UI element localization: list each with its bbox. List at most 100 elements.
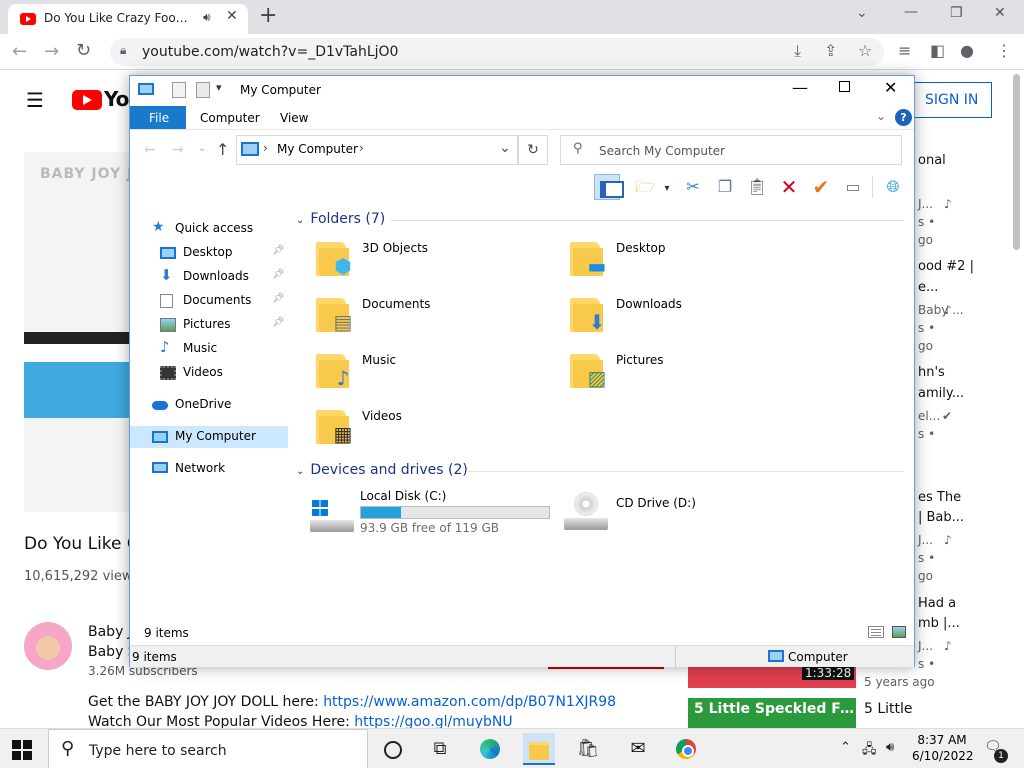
related-video-text[interactable]: go [918, 569, 933, 583]
chevron-up-icon[interactable]: ⌃ [840, 740, 851, 755]
chevron-down-icon[interactable]: ⌄ [856, 5, 868, 21]
related-video-text[interactable]: go [918, 339, 933, 353]
recent-locations-chevron-icon[interactable]: ⌄ [198, 143, 206, 154]
back-arrow-icon[interactable]: ← [144, 142, 156, 158]
rename-icon[interactable]: ▭ [840, 174, 866, 200]
channel-name[interactable]: Baby J [88, 624, 132, 640]
folder-name[interactable]: 3D Objects [362, 241, 428, 255]
cortana-icon[interactable] [376, 733, 408, 765]
nav-videos[interactable]: Videos [130, 362, 288, 384]
clock-time[interactable]: 8:37 AM [912, 733, 972, 747]
related-video-text[interactable]: go [918, 233, 933, 247]
search-input[interactable] [599, 142, 889, 160]
network-icon[interactable]: 🖧︎ [862, 740, 877, 762]
delete-x-icon[interactable]: ✕ [776, 174, 802, 200]
related-video-text[interactable]: onal [918, 153, 946, 168]
bookmark-star-icon[interactable]: ☆ [858, 41, 872, 60]
related-video-text[interactable]: J... [918, 197, 933, 211]
sign-in-button[interactable]: SIGN IN [910, 82, 992, 118]
tab-computer[interactable]: Computer [200, 111, 260, 125]
scissors-icon[interactable]: ✂ [680, 174, 706, 200]
folder-icon[interactable]: ⬇ [570, 298, 610, 332]
new-folder-icon[interactable] [196, 82, 210, 98]
related-video-text[interactable]: Baby ... [918, 303, 964, 317]
breadcrumb[interactable]: My Computer [277, 142, 358, 156]
back-arrow-icon[interactable]: ← [12, 41, 27, 62]
task-view-icon[interactable]: ⧉ [424, 733, 456, 765]
nav-network[interactable]: Network [130, 458, 288, 480]
volume-icon[interactable]: 🔊︎ [886, 740, 894, 755]
help-icon[interactable]: ? [895, 109, 912, 126]
copy-icon[interactable]: ❐ [712, 174, 738, 200]
hamburger-menu-icon[interactable]: ☰ [26, 88, 44, 112]
search-box[interactable]: ⚲ [560, 135, 902, 165]
details-view-icon[interactable] [868, 626, 884, 638]
folder-name[interactable]: Music [362, 353, 396, 367]
clock-date[interactable]: 6/10/2022 [912, 749, 974, 763]
explorer-titlebar[interactable]: ▾ My Computer — ✕ [130, 76, 914, 106]
taskbar-search[interactable]: ⚲ [48, 729, 368, 768]
up-arrow-icon[interactable]: ↑ [216, 140, 229, 159]
file-explorer-icon[interactable] [523, 733, 555, 765]
drive-c-name[interactable]: Local Disk (C:) [360, 489, 446, 503]
pin-icon[interactable]: 📌︎ [272, 245, 285, 256]
forward-arrow-icon[interactable]: → [172, 142, 184, 158]
mail-icon[interactable]: ✉ [622, 733, 654, 765]
cd-drive-icon[interactable] [564, 492, 608, 532]
folder-icon[interactable]: ▨ [570, 354, 610, 388]
related-video-text[interactable]: hn's [918, 365, 945, 380]
pin-icon[interactable]: 📌︎ [272, 293, 285, 304]
folder-icon[interactable]: ⬢ [316, 242, 356, 276]
nav-documents[interactable]: Documents 📌︎ [130, 290, 288, 312]
related-video-text[interactable]: e... [918, 280, 938, 295]
folder-name[interactable]: Downloads [616, 297, 682, 311]
large-icons-view-icon[interactable] [892, 626, 906, 638]
minimize-icon[interactable]: — [792, 78, 808, 97]
side-panel-icon[interactable]: ◧ [930, 41, 945, 60]
media-control-icon[interactable]: ≡ [898, 41, 911, 60]
folder-name[interactable]: Documents [362, 297, 430, 311]
related-video-text[interactable]: s • [918, 321, 935, 335]
folders-group-header[interactable]: ⌄ Folders (7) [296, 211, 385, 227]
new-item-icon[interactable]: 🗁 [632, 174, 658, 200]
speaker-icon[interactable]: 🔊︎ [203, 10, 211, 25]
related-video-text[interactable]: s • [918, 657, 935, 671]
folder-icon[interactable]: ▦ [316, 410, 356, 444]
refresh-icon[interactable]: ↻ [518, 135, 548, 165]
expand-ribbon-chevron-icon[interactable]: ⌄ [876, 109, 886, 123]
pin-icon[interactable]: 📌︎ [272, 269, 285, 280]
related-video-text[interactable]: J... [918, 533, 933, 547]
nav-onedrive[interactable]: OneDrive [130, 394, 288, 416]
address-bar[interactable]: › My Computer › ⌄ [236, 135, 518, 165]
forward-arrow-icon[interactable]: → [44, 41, 59, 62]
hard-drive-icon[interactable] [310, 500, 354, 534]
related-video-text[interactable]: s • [918, 427, 935, 441]
related-video-text[interactable]: mb |... [918, 616, 960, 631]
clipboard-icon[interactable]: 📋︎ [744, 174, 770, 200]
minimize-icon[interactable]: — [904, 4, 918, 20]
reload-icon[interactable]: ↻ [76, 40, 91, 61]
new-tab-button[interactable]: + [259, 3, 277, 28]
tab-close-icon[interactable]: ✕ [226, 8, 238, 24]
globe-icon[interactable]: 🌐︎ [880, 174, 906, 200]
related-video-text[interactable]: ood #2 | [918, 259, 974, 274]
share-icon[interactable]: ⇪ [824, 41, 837, 60]
kebab-menu-icon[interactable]: ⋮ [996, 41, 1012, 60]
drive-d-name[interactable]: CD Drive (D:) [616, 496, 696, 510]
related-video-text[interactable]: es The [918, 490, 961, 505]
nav-music[interactable]: ♪ Music [130, 338, 288, 360]
address-dropdown-chevron-icon[interactable]: ⌄ [499, 140, 511, 156]
folder-name[interactable]: Desktop [616, 241, 666, 255]
related-video-text[interactable]: amily... [918, 386, 964, 401]
amazon-link[interactable]: https://www.amazon.com/dp/B07N1XJR98 [323, 694, 616, 710]
close-icon[interactable]: ✕ [884, 78, 897, 97]
edge-icon[interactable] [474, 733, 506, 765]
breadcrumb-chevron-icon[interactable]: › [359, 141, 364, 155]
related-video-title[interactable]: 5 Little [864, 701, 913, 717]
windows-start-icon[interactable] [12, 740, 32, 760]
folder-name[interactable]: Videos [362, 409, 402, 423]
page-scrollbar[interactable] [1013, 74, 1020, 250]
maximize-icon[interactable] [839, 81, 850, 92]
nav-downloads[interactable]: ⬇ Downloads 📌︎ [130, 266, 288, 288]
restore-icon[interactable]: ❐ [950, 5, 963, 21]
